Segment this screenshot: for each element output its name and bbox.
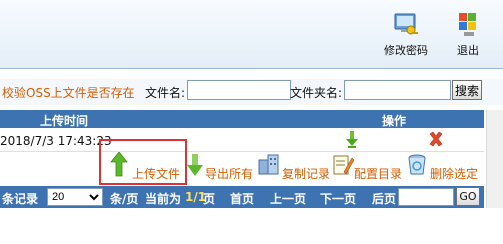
download-arrow-icon [187,154,203,176]
config-directory-label: 配置目录 [354,167,403,181]
go-button[interactable]: GO [456,187,480,206]
copy-records-button[interactable]: 复制记录 [258,152,330,182]
upload-file-label: 上传文件 [132,167,181,181]
page-size-select[interactable]: 20 [47,188,103,206]
spacer-strip [0,69,503,79]
change-password-button[interactable]: 修改密码 [378,10,434,58]
verify-oss-files-link[interactable]: 校验OSS上文件是否存在 [2,84,135,101]
search-button[interactable]: 搜索 [452,80,482,100]
last-page-link[interactable]: 后页 [372,190,396,207]
goto-page-input[interactable] [398,188,454,206]
top-toolbar: 修改密码 退出 [0,0,503,69]
upload-arrow-icon [110,152,128,177]
download-button[interactable] [345,131,359,151]
per-page-label: 条/页 [110,192,139,206]
current-page-prefix: 当前为 [145,192,182,206]
vertical-scrollbar[interactable] [486,110,503,208]
action-toolbar: 上传文件 导出所有 复制记录 配置目录 删除选定 [0,152,484,184]
table-header: 上传时间 操作 [0,110,484,128]
copy-records-label: 复制记录 [282,167,331,181]
page-bottom [0,208,503,244]
next-page-link[interactable]: 下一页 [320,190,356,207]
delete-row-button[interactable] [428,131,444,150]
windows-logout-icon [459,13,476,36]
download-arrow-icon [346,131,358,148]
pagination-bar: 条记录 20 条/页 当前为 1/1 页 首页 上一页 下一页 后页 GO [0,186,484,208]
filename-label: 文件名: [145,86,186,100]
config-directory-button[interactable]: 配置目录 [332,152,406,182]
column-operation: 操作 [382,114,407,128]
prev-page-link[interactable]: 上一页 [270,190,306,207]
upload-time-cell: 2018/7/3 17:43:23 [0,134,112,148]
change-password-label: 修改密码 [384,44,428,57]
delete-x-icon [429,131,443,147]
filename-input[interactable] [187,80,291,100]
logout-button[interactable]: 退出 [440,10,496,58]
recycle-bin-icon [408,154,426,175]
column-upload-time: 上传时间 [40,114,89,128]
table-row: 2018/7/3 17:43:23 [0,129,484,152]
export-all-label: 导出所有 [205,167,254,181]
export-all-button[interactable]: 导出所有 [187,152,255,182]
password-key-icon [394,13,418,35]
first-page-link[interactable]: 首页 [230,190,254,207]
upload-file-button[interactable]: 上传文件 [110,152,186,182]
page-suffix: 页 [203,192,216,206]
logout-label: 退出 [457,44,479,57]
folder-name-label: 文件夹名: [290,86,343,100]
records-label: 条记录 [2,192,39,206]
delete-selected-label: 删除选定 [430,167,479,181]
folder-name-input[interactable] [344,80,451,100]
search-bar: 校验OSS上文件是否存在 文件名: 文件夹名: 搜索 [0,79,503,105]
copy-buildings-icon [258,154,279,175]
config-edit-icon [333,155,354,175]
delete-selected-button[interactable]: 删除选定 [406,152,482,182]
